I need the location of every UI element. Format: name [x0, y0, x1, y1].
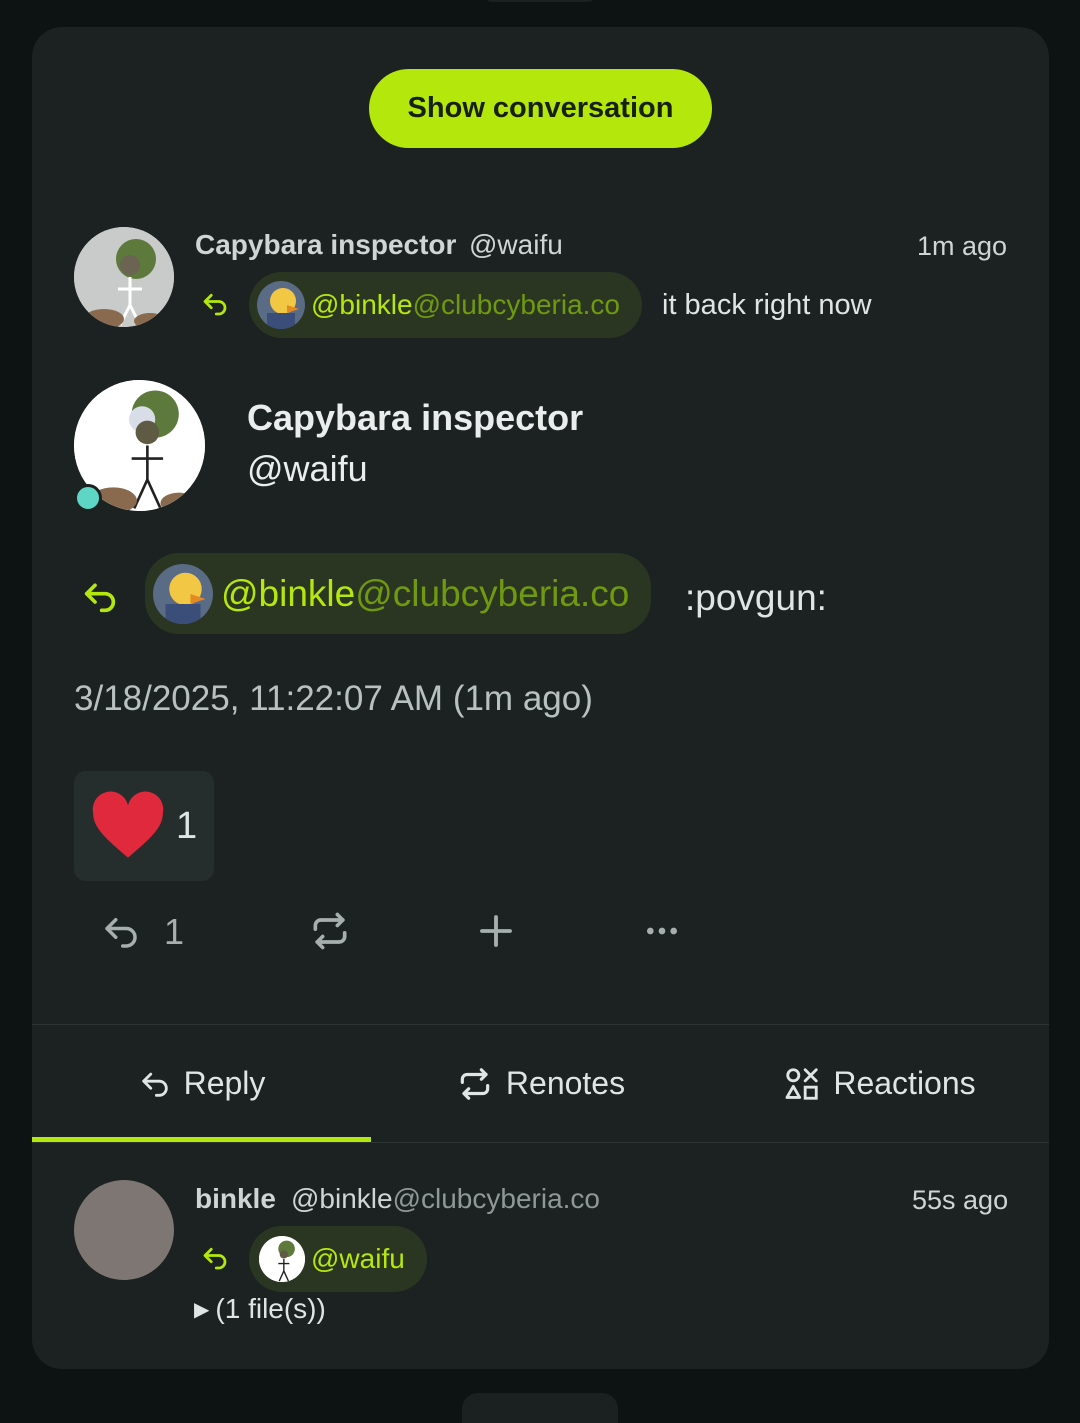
reaction-count: 1 [176, 804, 198, 847]
tab-renotes-label: Renotes [505, 1065, 626, 1101]
reply-count: 1 [164, 911, 185, 952]
show-conversation-button[interactable]: Show conversation [369, 69, 712, 148]
mention-username: @binkle [311, 289, 413, 320]
reply-arrow-icon [203, 293, 227, 316]
main-username[interactable]: @waifu [247, 448, 368, 490]
files-label: (1 file(s)) [215, 1293, 326, 1324]
tab-reactions-label: Reactions [833, 1065, 976, 1101]
reply-arrow-icon [84, 583, 116, 613]
capybara-avatar-image [74, 227, 174, 327]
reply-time[interactable]: 55s ago [912, 1185, 1008, 1216]
note-card: Show conversation Capybara inspector @wa… [32, 27, 1049, 1369]
top-handle [484, 0, 596, 2]
reply-mention-chip[interactable]: @waifu [249, 1226, 427, 1292]
repeat-icon [460, 1067, 490, 1100]
more-dots-icon [647, 927, 677, 935]
parent-avatar[interactable] [74, 227, 174, 327]
reaction-heart[interactable]: 1 [74, 771, 214, 881]
add-reaction-button[interactable] [475, 910, 517, 952]
mention-host: @clubcyberia.co [412, 289, 620, 320]
binkle-avatar [257, 281, 305, 329]
mention-username: @binkle [221, 572, 356, 614]
plus-icon [480, 915, 512, 947]
parent-note-text: it back right now [662, 289, 872, 321]
shapes-icon [785, 1067, 819, 1100]
files-toggle[interactable]: ▶ (1 file(s)) [194, 1293, 326, 1325]
note-timestamp[interactable]: 3/18/2025, 11:22:07 AM (1m ago) [74, 679, 593, 719]
parent-display-name[interactable]: Capybara inspector [195, 229, 456, 261]
tab-reply-label: Reply [183, 1065, 266, 1101]
divider [32, 1024, 1049, 1025]
tab-reactions[interactable]: Reactions [710, 1027, 1049, 1140]
reply-arrow-icon [203, 1247, 227, 1270]
reply-display-name[interactable]: binkle [195, 1183, 276, 1215]
triangle-right-icon: ▶ [194, 1298, 210, 1321]
reply-icon [105, 918, 137, 948]
renote-button[interactable] [308, 909, 352, 953]
waifu-avatar [259, 1236, 305, 1282]
binkle-avatar [153, 563, 213, 624]
reply-host: @clubcyberia.co [392, 1183, 600, 1214]
reply-acct[interactable]: @binkle@clubcyberia.co [291, 1183, 600, 1215]
tab-renotes[interactable]: Renotes [371, 1027, 710, 1140]
more-button[interactable] [640, 911, 684, 951]
binkle-reply-avatar[interactable] [74, 1180, 174, 1280]
parent-mention-chip[interactable]: @binkle @clubcyberia.co [249, 272, 642, 338]
reply-username: @binkle [291, 1183, 393, 1214]
mention-host: @clubcyberia.co [355, 572, 630, 614]
online-status-dot [74, 484, 102, 512]
parent-username[interactable]: @waifu [469, 229, 563, 261]
tab-reply[interactable]: Reply [32, 1027, 371, 1140]
reply-button[interactable]: 1 [100, 911, 184, 953]
heart-icon [92, 791, 164, 858]
divider [32, 1142, 1049, 1143]
reply-icon [141, 1072, 168, 1097]
repeat-icon [313, 912, 347, 950]
main-mention-chip[interactable]: @binkle @clubcyberia.co [145, 553, 652, 634]
parent-time[interactable]: 1m ago [917, 231, 1007, 262]
bottom-handle [462, 1393, 618, 1423]
main-note-text: :povgun: [685, 577, 827, 618]
main-display-name[interactable]: Capybara inspector [247, 397, 583, 439]
mention-username: @waifu [311, 1243, 405, 1274]
